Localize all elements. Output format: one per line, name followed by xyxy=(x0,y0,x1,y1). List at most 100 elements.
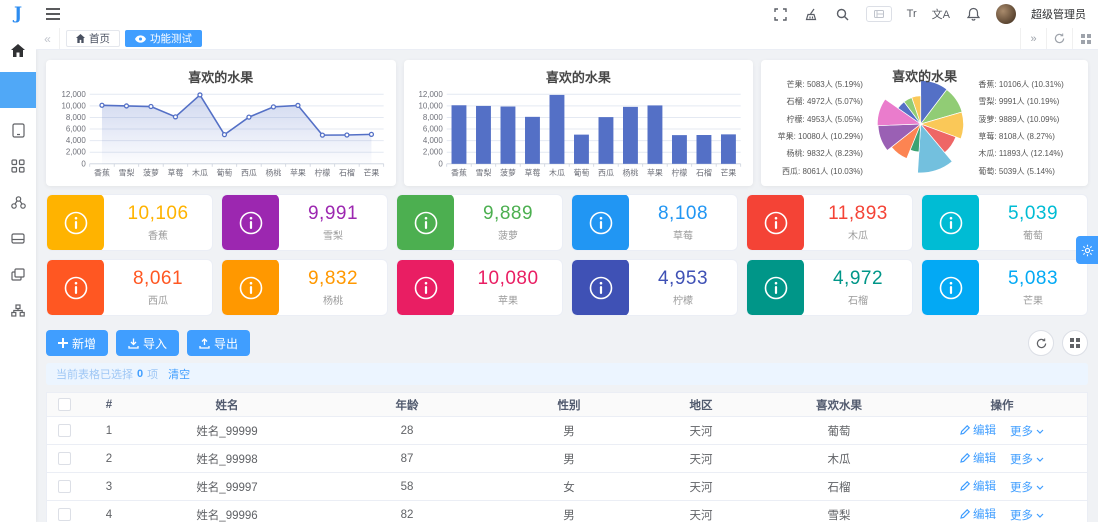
svg-text:4,000: 4,000 xyxy=(423,136,443,145)
tabs-scroll-left-icon[interactable]: « xyxy=(36,28,60,49)
bar-chart[interactable]: 0 2,000 4,000 6,000 8,000 10,000 12,000 香蕉 雪梨 菠萝草… xyxy=(407,88,750,186)
pie-label: 木瓜: 11893人 (12.14%) xyxy=(978,149,1064,159)
column-header-6[interactable]: 操作 xyxy=(917,397,1087,413)
tabs-scroll-right-icon[interactable]: » xyxy=(1020,28,1046,49)
app-logo[interactable]: J xyxy=(0,0,36,28)
stat-value: 8,061 xyxy=(132,268,184,289)
fullscreen-icon[interactable] xyxy=(773,6,789,22)
cell-fruit: 雪梨 xyxy=(827,509,851,522)
cell-age: 82 xyxy=(400,508,414,521)
more-actions-link[interactable]: 更多 xyxy=(1010,507,1044,522)
cell-name: 姓名_99999 xyxy=(196,425,258,438)
layout-grid-icon[interactable] xyxy=(1072,28,1098,49)
clear-selection-link[interactable]: 清空 xyxy=(168,366,190,382)
broom-icon[interactable] xyxy=(804,6,820,22)
sidebar-item-storage[interactable] xyxy=(0,222,36,254)
svg-text:2,000: 2,000 xyxy=(423,148,443,157)
svg-text:雪梨: 雪梨 xyxy=(476,169,492,178)
import-icon xyxy=(128,338,139,349)
svg-text:木瓜: 木瓜 xyxy=(192,168,208,178)
edit-row-link[interactable]: 编辑 xyxy=(960,478,996,494)
sidebar-item-device[interactable] xyxy=(0,114,36,146)
stat-label: 芒果 xyxy=(1023,296,1043,307)
username[interactable]: 超级管理员 xyxy=(1031,6,1086,22)
svg-text:石榴: 石榴 xyxy=(696,168,712,178)
refresh-page-icon[interactable] xyxy=(1046,28,1072,49)
column-settings-button[interactable] xyxy=(1062,330,1088,356)
row-checkbox[interactable] xyxy=(57,424,71,437)
tablet-icon xyxy=(11,122,25,138)
cell-fruit: 石榴 xyxy=(827,481,851,494)
edit-row-link[interactable]: 编辑 xyxy=(960,506,996,522)
apps-grid-icon xyxy=(11,159,25,173)
stat-label: 苹果 xyxy=(498,296,518,307)
column-header-0[interactable]: # xyxy=(81,399,137,411)
selection-count: 0 xyxy=(137,368,144,380)
sidebar-item-cluster[interactable] xyxy=(0,186,36,218)
tab-function-test[interactable]: 功能测试 xyxy=(125,30,202,47)
sidebar-item-apps[interactable] xyxy=(0,150,36,182)
sidebar-item-active[interactable] xyxy=(0,72,36,108)
cell-actions: 编辑 更多 xyxy=(917,450,1087,467)
charts-row: 喜欢的水果 0 2,000 4,000 6,000 8,000 10,000 12,000 香… xyxy=(46,60,1088,186)
column-header-4[interactable]: 地区 xyxy=(641,397,761,413)
table-body: 1 姓名_99999 28 男天河 葡萄 编辑 更多 2 姓名_99998 87 男天河 木瓜 编辑更… xyxy=(47,417,1087,522)
select-all-checkbox[interactable] xyxy=(57,398,71,411)
pie-labels-right: 香蕉: 10106人 (10.31%) 雪梨: 9991人 (10.19%) 菠萝:… xyxy=(978,60,1088,186)
column-header-5[interactable]: 喜欢水果 xyxy=(761,397,917,413)
info-icon xyxy=(922,260,979,315)
svg-text:雪梨: 雪梨 xyxy=(118,169,134,178)
data-table: # 姓名 年龄 性别 地区 喜欢水果 操作 1 姓名_99999 28 男天河 葡萄 编辑 更多 2 姓名… xyxy=(46,392,1088,522)
box-icon xyxy=(11,232,25,244)
more-actions-link[interactable]: 更多 xyxy=(1010,423,1044,439)
language-switch-button[interactable]: 文A xyxy=(932,6,950,22)
line-chart[interactable]: 0 2,000 4,000 6,000 8,000 10,000 12,000 香蕉 雪梨 菠萝草… xyxy=(50,88,393,186)
svg-text:2,000: 2,000 xyxy=(65,148,85,157)
refresh-table-button[interactable] xyxy=(1028,330,1054,356)
more-actions-link[interactable]: 更多 xyxy=(1010,479,1044,495)
pie-label: 西瓜: 8061人 (10.03%) xyxy=(782,166,863,176)
notification-bell-icon[interactable] xyxy=(965,6,981,22)
search-icon[interactable] xyxy=(835,6,851,22)
plus-icon xyxy=(58,338,68,348)
row-checkbox[interactable] xyxy=(57,452,71,465)
row-checkbox[interactable] xyxy=(57,480,71,493)
stat-value: 4,972 xyxy=(832,268,884,289)
user-avatar[interactable] xyxy=(996,4,1016,24)
stat-card-12: 5,083 芒果 xyxy=(921,259,1088,316)
sidebar-item-home[interactable] xyxy=(0,34,36,66)
cell-index: 1 xyxy=(105,424,113,437)
stat-card-1: 10,106 香蕉 xyxy=(46,194,213,251)
row-checkbox[interactable] xyxy=(57,508,71,521)
more-actions-link[interactable]: 更多 xyxy=(1010,451,1044,467)
svg-text:12,000: 12,000 xyxy=(419,90,444,99)
column-header-1[interactable]: 姓名 xyxy=(137,397,317,413)
stat-value: 10,080 xyxy=(477,268,539,289)
edit-row-link[interactable]: 编辑 xyxy=(960,422,996,438)
menu-toggle-icon[interactable] xyxy=(46,8,60,20)
table-row: 1 姓名_99999 28 男 天河 葡萄 编辑 更多 xyxy=(47,417,1087,445)
pie-chart-title: 喜欢的水果 xyxy=(892,69,958,84)
tab-label: 首页 xyxy=(89,33,110,45)
cell-fruit: 葡萄 xyxy=(827,425,851,438)
sidebar-item-windows[interactable] xyxy=(0,258,36,290)
edit-row-link[interactable]: 编辑 xyxy=(960,450,996,466)
tabbar-controls: » xyxy=(1020,28,1098,49)
column-header-3[interactable]: 性别 xyxy=(497,397,641,413)
toolbar-right xyxy=(1028,330,1088,356)
import-button[interactable]: 导入 xyxy=(116,330,180,356)
column-header-2[interactable]: 年龄 xyxy=(317,397,497,413)
add-button[interactable]: 新增 xyxy=(46,330,109,356)
svg-text:木瓜: 木瓜 xyxy=(549,168,565,178)
shortcut-badge-button[interactable] xyxy=(865,6,892,22)
font-size-button[interactable]: Tr xyxy=(907,8,917,20)
stat-label: 草莓 xyxy=(673,231,693,242)
edit-pencil-icon xyxy=(960,425,970,435)
theme-settings-button[interactable] xyxy=(1076,236,1098,264)
select-all-cell xyxy=(47,398,81,411)
sidebar-item-sitemap[interactable] xyxy=(0,294,36,326)
svg-text:杨桃: 杨桃 xyxy=(623,168,639,178)
export-button[interactable]: 导出 xyxy=(187,330,251,356)
stat-card-2: 9,991 雪梨 xyxy=(221,194,388,251)
tab-home[interactable]: 首页 xyxy=(66,30,120,47)
